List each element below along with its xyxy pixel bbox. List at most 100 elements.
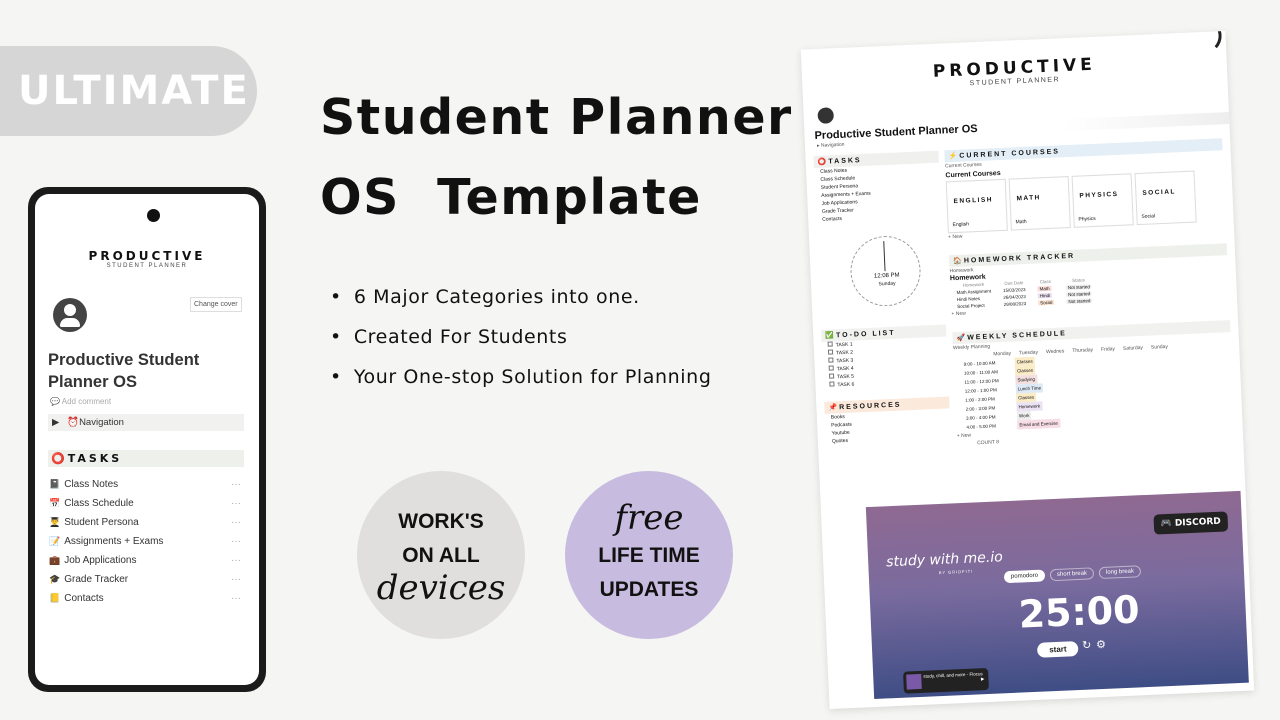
reset-icon[interactable]: ↻ (1082, 638, 1092, 651)
updates-badge: free LIFE TIME UPDATES (565, 471, 733, 639)
todo-label: TASK 4 (836, 365, 854, 373)
course-card[interactable]: SOCIAL Social (1134, 170, 1197, 226)
discord-button[interactable]: 🎮 DISCORD (1153, 511, 1229, 535)
add-comment-label: Add comment (61, 397, 112, 406)
task-link: 📝 Assignments + Exams (49, 536, 163, 547)
course-name: Math (1015, 218, 1027, 226)
resources-list: Books Podcasts Youtube Quotes (825, 408, 951, 445)
task-item[interactable]: 📒 Contacts ··· (49, 589, 241, 608)
pomodoro-tabs: pomodoro short break long break (1003, 565, 1142, 584)
music-player[interactable]: study, chill, and more - Flocus ▶ (903, 668, 989, 694)
weekly-slots: 9:00 - 10:00 AM Classes 10:00 - 11:00 AM Cl… (954, 348, 1235, 432)
course-banner: SOCIAL (1142, 188, 1177, 197)
weekday-header: Thursday (1072, 347, 1094, 355)
circle-icon: ⭕ (51, 452, 68, 465)
more-options-icon[interactable]: ··· (231, 574, 241, 585)
ultimate-badge: ULTIMATE (0, 46, 257, 136)
clock-widget: 12:08 PM Sunday (817, 229, 946, 324)
planner-preview: PRODUCTIVE STUDENT PLANNER Productive St… (800, 31, 1255, 709)
task-item[interactable]: 📝 Assignments + Exams ··· (49, 532, 241, 551)
task-item[interactable]: 👨‍🎓 Student Persona ··· (49, 513, 241, 532)
task-emoji-icon: 💼 (49, 555, 61, 565)
task-item[interactable]: 💼 Job Applications ··· (49, 551, 241, 570)
phone-screen: PRODUCTIVE STUDENT PLANNER Change cover … (35, 194, 259, 685)
pomodoro-tab-2[interactable]: long break (1098, 565, 1142, 580)
pomodoro-tab-0[interactable]: pomodoro (1003, 569, 1046, 584)
task-link: 📓 Class Notes (49, 479, 118, 490)
right-column: ⚡CURRENT COURSES Current Courses Current… (938, 132, 1235, 448)
camera-hole (147, 209, 160, 222)
left-column: ⭕TASKS Class Notes Class Schedule Student … (813, 145, 951, 454)
headline: Student Planner OS Template (320, 78, 793, 238)
avatar (53, 298, 87, 332)
more-options-icon[interactable]: ··· (231, 498, 241, 509)
add-comment[interactable]: 💬 Add comment (50, 397, 111, 406)
todo-label: TASK 6 (837, 381, 855, 389)
change-cover-button[interactable]: Change cover (190, 297, 242, 312)
brand-subtitle: STUDENT PLANNER (106, 263, 188, 269)
course-card[interactable]: PHYSICS Physics (1071, 173, 1134, 228)
checkbox-icon[interactable] (829, 381, 835, 387)
weekday-header: Sunday (1150, 343, 1169, 351)
tasks-heading-label: TASKS (828, 157, 862, 166)
class-tag: Math (1037, 285, 1052, 292)
task-label: Student Persona (64, 517, 139, 528)
task-item[interactable]: 📓 Class Notes ··· (49, 475, 241, 494)
navigation-toggle[interactable]: ▶ ⏰ Navigation (48, 414, 244, 431)
todo-heading-label: TO-DO LIST (835, 329, 896, 340)
tasks-heading-label: TASKS (67, 452, 123, 465)
feature-item: Your One-stop Solution for Planning (330, 366, 711, 406)
studywithme-logo: study with me.io (885, 549, 1004, 571)
devices-line-1: WORK'S (398, 510, 484, 533)
checkbox-icon[interactable] (828, 365, 834, 371)
task-emoji-icon: 📓 (49, 479, 61, 489)
course-name: English (952, 221, 970, 229)
task-link: 👨‍🎓 Student Persona (49, 517, 139, 528)
more-options-icon[interactable]: ··· (231, 593, 241, 604)
checkbox-icon[interactable] (827, 341, 833, 347)
devices-badge: WORK'S ON ALL devices (357, 471, 525, 639)
task-link: 📒 Contacts (49, 593, 104, 604)
resources-heading-label: RESOURCES (839, 401, 902, 412)
devices-script: devices (376, 568, 506, 608)
more-options-icon[interactable]: ··· (231, 555, 241, 566)
weekday-header: Saturday (1122, 344, 1144, 352)
checkbox-icon[interactable] (827, 349, 834, 355)
task-label: Grade Tracker (64, 574, 129, 585)
pomodoro-tab-1[interactable]: short break (1049, 567, 1095, 582)
course-card[interactable]: ENGLISH English (945, 178, 1008, 234)
class-tag: Social (1038, 299, 1055, 306)
feature-item: 6 Major Categories into one. (330, 286, 711, 326)
task-item[interactable]: 📅 Class Schedule ··· (49, 494, 241, 513)
more-options-icon[interactable]: ··· (231, 479, 241, 490)
more-options-icon[interactable]: ··· (231, 536, 241, 547)
more-options-icon[interactable]: ··· (231, 517, 241, 528)
task-list: Class Notes Class Schedule Student Persona… (814, 163, 941, 224)
start-button[interactable]: start (1036, 641, 1079, 658)
course-name: Social (1141, 213, 1156, 220)
task-item[interactable]: 🎓 Grade Tracker ··· (49, 570, 241, 589)
task-list: 📓 Class Notes ··· 📅 Class Schedule ··· 👨‍🎓 Stud… (49, 475, 241, 608)
avatar (817, 107, 835, 124)
brand-logo: PRODUCTIVE (88, 249, 206, 263)
feature-item: Created For Students (330, 326, 711, 366)
slot-task: Email and Exercise (1017, 418, 1061, 430)
task-emoji-icon: 📝 (49, 536, 61, 546)
timer-display: 25:00 (1017, 587, 1141, 637)
headline-line-1: Student Planner (320, 89, 793, 146)
course-card[interactable]: MATH Math (1008, 176, 1071, 231)
play-icon[interactable]: ▶ (981, 676, 985, 682)
settings-icon[interactable]: ⚙ (1096, 638, 1106, 651)
task-label: Contacts (64, 593, 104, 604)
checkbox-icon[interactable] (828, 373, 835, 379)
page-title: Productive Student Planner OS (48, 351, 200, 391)
todo-list: TASK 1 TASK 2 TASK 3 TASK 4 TASK 5 TASK 6 (822, 337, 949, 390)
class-tag: Hindi (1037, 292, 1053, 299)
pomodoro-widget: study with me.io BY GRIDFITI 🎮 DISCORD p… (865, 490, 1249, 699)
phone-mockup: PRODUCTIVE STUDENT PLANNER Change cover … (28, 187, 266, 692)
task-emoji-icon: 👨‍🎓 (49, 517, 61, 527)
task-label: Job Applications (64, 555, 137, 566)
checkbox-icon[interactable] (828, 357, 834, 363)
headline-line-2: OS Template (320, 169, 702, 226)
music-title: study, chill, and more - Flocus (923, 671, 983, 679)
